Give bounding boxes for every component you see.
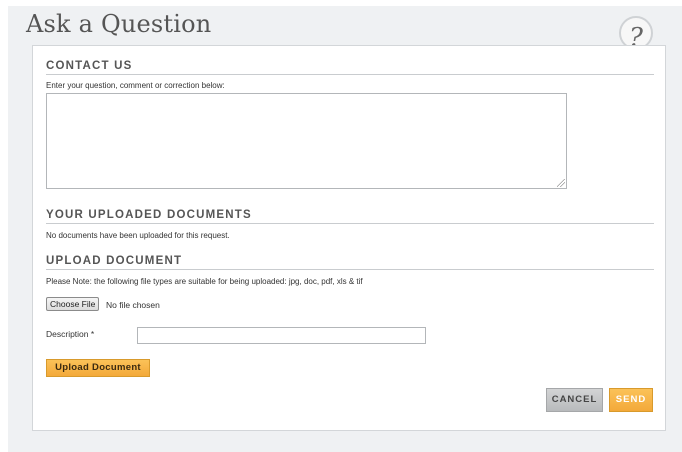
description-input[interactable] — [137, 327, 426, 344]
no-file-chosen-text: No file chosen — [106, 300, 160, 310]
contact-us-heading: CONTACT US — [46, 60, 133, 72]
section-divider — [46, 269, 654, 270]
section-divider — [46, 223, 654, 224]
section-divider — [46, 74, 654, 75]
cancel-button[interactable]: CANCEL — [546, 388, 603, 412]
question-textarea[interactable] — [46, 93, 567, 189]
no-documents-text: No documents have been uploaded for this… — [46, 231, 230, 240]
choose-file-button[interactable]: Choose File — [46, 297, 100, 311]
send-button[interactable]: SEND — [609, 388, 653, 412]
resize-grip-icon[interactable] — [557, 179, 565, 187]
upload-document-heading: UPLOAD DOCUMENT — [46, 255, 183, 267]
uploaded-documents-heading: YOUR UPLOADED DOCUMENTS — [46, 209, 252, 221]
description-label: Description * — [46, 329, 95, 339]
upload-document-button[interactable]: Upload Document — [46, 359, 150, 377]
question-instruction: Enter your question, comment or correcti… — [46, 81, 225, 90]
file-types-note: Please Note: the following file types ar… — [46, 277, 363, 286]
page-title: Ask a Question — [26, 10, 212, 38]
